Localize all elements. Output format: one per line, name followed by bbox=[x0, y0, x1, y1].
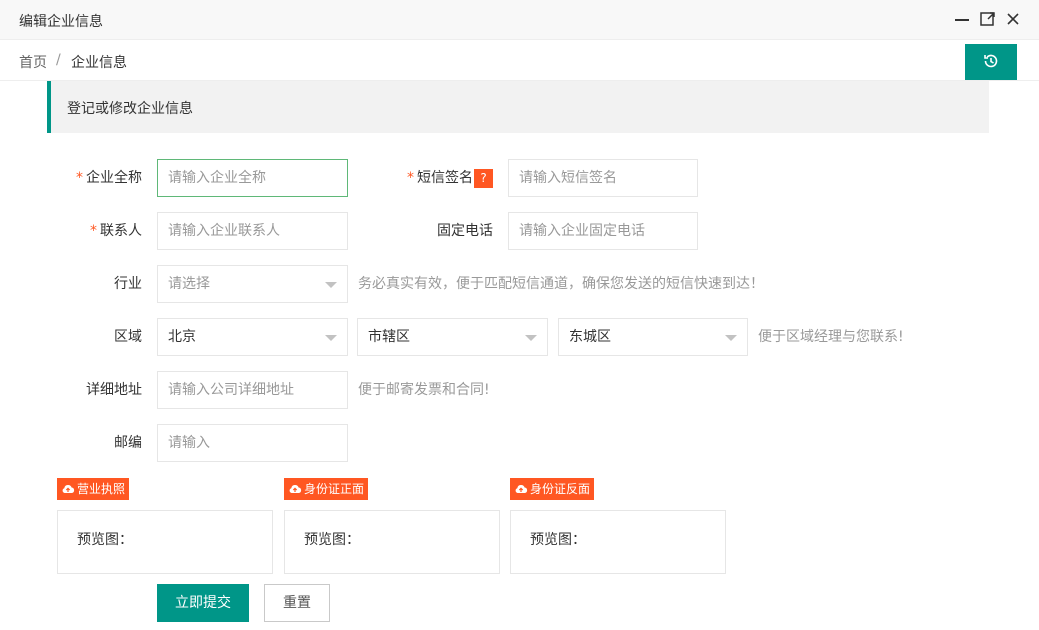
cloud-upload-icon bbox=[289, 485, 302, 493]
preview-label: 预览图： bbox=[77, 532, 133, 548]
industry-label: 行业 bbox=[114, 276, 142, 292]
id-back-preview: 预览图： bbox=[510, 510, 726, 574]
business-license-preview: 预览图： bbox=[57, 510, 273, 574]
city-select-value: 市辖区 bbox=[368, 329, 410, 345]
cloud-upload-icon bbox=[515, 485, 528, 493]
breadcrumb-current: 企业信息 bbox=[71, 55, 127, 71]
sms-sign-label: * 短信签名? bbox=[353, 159, 493, 197]
phone-label: 固定电话 bbox=[437, 223, 493, 239]
region-label: 区域 bbox=[114, 329, 142, 345]
history-button[interactable] bbox=[965, 44, 1017, 80]
district-select-value: 东城区 bbox=[569, 329, 611, 345]
upload-id-front-button[interactable]: 身份证正面 bbox=[284, 478, 369, 500]
chevron-down-icon bbox=[725, 335, 737, 341]
submit-button[interactable]: 立即提交 bbox=[157, 584, 249, 622]
history-icon bbox=[984, 54, 998, 68]
company-name-label: * 企业全称 bbox=[76, 170, 142, 186]
preview-label: 预览图： bbox=[304, 532, 360, 548]
city-select[interactable]: 市辖区 bbox=[357, 318, 548, 356]
district-select[interactable]: 东城区 bbox=[558, 318, 748, 356]
reset-button[interactable]: 重置 bbox=[264, 584, 330, 622]
industry-select-value: 请选择 bbox=[168, 276, 210, 292]
close-icon[interactable] bbox=[1004, 10, 1022, 28]
contact-label: * 联系人 bbox=[90, 223, 142, 239]
industry-hint: 务必真实有效，便于匹配短信通道，确保您发送的短信快速到达！ bbox=[358, 276, 764, 292]
upload-id-back-button[interactable]: 身份证反面 bbox=[510, 478, 595, 500]
upload-business-license-button[interactable]: 营业执照 bbox=[57, 478, 130, 500]
chevron-down-icon bbox=[525, 335, 537, 341]
maximize-icon[interactable] bbox=[979, 10, 997, 28]
id-front-preview: 预览图： bbox=[284, 510, 500, 574]
region-hint: 便于区域经理与您联系! bbox=[758, 329, 904, 345]
zipcode-label: 邮编 bbox=[114, 435, 142, 451]
window-title: 编辑企业信息 bbox=[19, 14, 103, 30]
province-select[interactable]: 北京 bbox=[157, 318, 348, 356]
required-mark: * bbox=[407, 170, 414, 186]
window-titlebar: 编辑企业信息 bbox=[0, 0, 1039, 40]
breadcrumb-separator: / bbox=[56, 52, 61, 68]
company-name-input[interactable] bbox=[157, 159, 348, 197]
section-header: 登记或修改企业信息 bbox=[47, 81, 989, 133]
help-icon[interactable]: ? bbox=[474, 168, 493, 188]
breadcrumb: 首页 / 企业信息 bbox=[0, 40, 1039, 81]
chevron-down-icon bbox=[325, 335, 337, 341]
address-label: 详细地址 bbox=[86, 382, 142, 398]
required-mark: * bbox=[90, 223, 97, 239]
province-select-value: 北京 bbox=[168, 329, 196, 345]
zipcode-input[interactable] bbox=[157, 424, 348, 462]
breadcrumb-home[interactable]: 首页 bbox=[19, 52, 47, 72]
section-title: 登记或修改企业信息 bbox=[67, 101, 193, 117]
contact-input[interactable] bbox=[157, 212, 348, 250]
sms-sign-input[interactable] bbox=[508, 159, 698, 197]
address-input[interactable] bbox=[157, 371, 348, 409]
industry-select[interactable]: 请选择 bbox=[157, 265, 348, 303]
chevron-down-icon bbox=[325, 282, 337, 288]
minimize-icon[interactable] bbox=[953, 10, 971, 28]
required-mark: * bbox=[76, 170, 83, 186]
address-hint: 便于邮寄发票和合同! bbox=[358, 382, 490, 398]
cloud-upload-icon bbox=[62, 485, 75, 493]
preview-label: 预览图： bbox=[530, 532, 586, 548]
phone-input[interactable] bbox=[508, 212, 698, 250]
